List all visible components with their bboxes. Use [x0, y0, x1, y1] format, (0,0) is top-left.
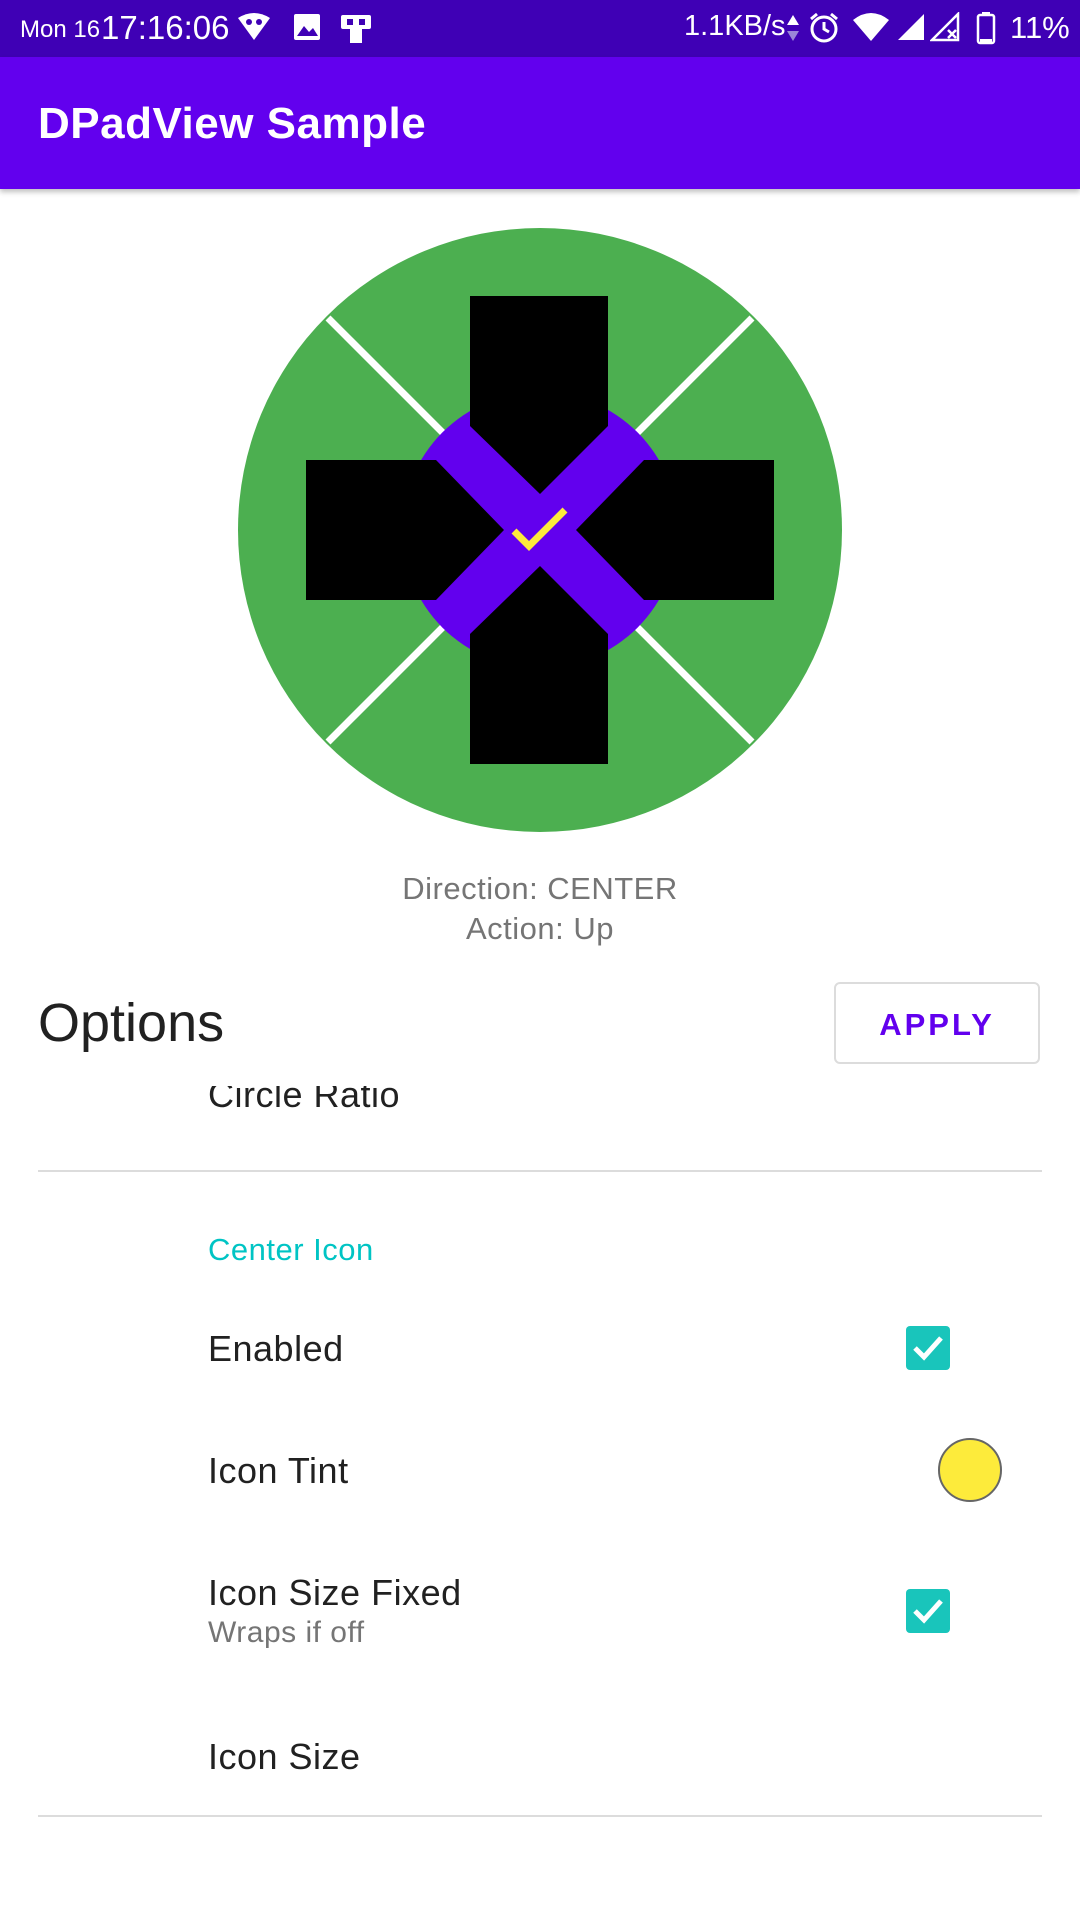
direction-text: Direction: CENTER [402, 871, 678, 906]
divider [38, 1815, 1042, 1817]
checkmark-icon [913, 1599, 943, 1624]
pref-enabled[interactable]: Enabled [208, 1328, 344, 1370]
pref-icon-tint[interactable]: Icon Tint [208, 1450, 349, 1492]
divider [38, 1170, 1042, 1172]
data-arrows-icon [787, 15, 799, 41]
preferences-list[interactable]: Circle Ratio Center Icon Enabled Icon Ti… [0, 1086, 1080, 1920]
dpad-view[interactable] [236, 226, 844, 834]
wifi-icon [853, 13, 889, 41]
action-text: Action: Up [465, 911, 614, 946]
options-title: Options [38, 993, 225, 1053]
status-time: 17:16:06 [101, 9, 230, 46]
apply-button[interactable]: APPLY [834, 982, 1040, 1064]
image-icon [294, 14, 320, 40]
pref-icon-size[interactable]: Icon Size [208, 1736, 361, 1778]
icon-size-fixed-checkbox[interactable] [906, 1589, 950, 1633]
app-bar: DPadView Sample [0, 57, 1080, 189]
signal-icon [898, 14, 924, 40]
pref-icon-size-fixed[interactable]: Icon Size Fixed [208, 1572, 462, 1614]
status-bar: Mon 16 17:16:06 1.1KB/s 11% [0, 0, 1080, 57]
pref-circle-ratio[interactable]: Circle Ratio [208, 1086, 400, 1116]
alarm-icon [810, 12, 838, 43]
category-center-icon: Center Icon [208, 1232, 374, 1267]
signal-no-data-icon [930, 12, 960, 42]
enabled-checkbox[interactable] [906, 1326, 950, 1370]
battery-icon [976, 12, 996, 45]
icon-tint-swatch[interactable] [938, 1438, 1002, 1502]
status-day: Mon 16 [20, 16, 101, 43]
app-title: DPadView Sample [38, 99, 427, 148]
pref-icon-size-fixed-summary: Wraps if off [208, 1616, 365, 1649]
battery-percent: 11% [1010, 10, 1070, 45]
checkmark-icon [913, 1336, 943, 1361]
vpn-icon [238, 13, 270, 40]
usb-icon [341, 15, 371, 43]
net-speed: 1.1KB/s [684, 10, 786, 42]
